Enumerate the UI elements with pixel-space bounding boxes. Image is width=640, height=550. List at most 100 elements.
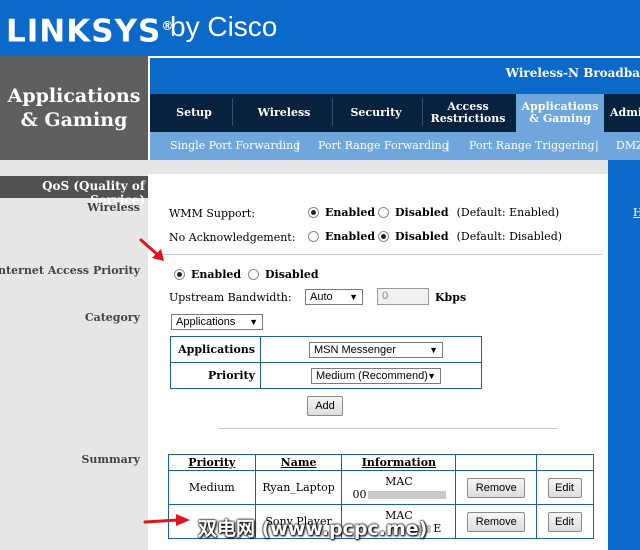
row-info-value: E <box>433 521 442 535</box>
header-information: Information <box>341 454 457 471</box>
wmm-enabled-option[interactable]: Enabled <box>308 206 375 219</box>
noack-disabled-radio[interactable] <box>378 231 389 242</box>
left-label-column <box>0 160 148 550</box>
tab-separator <box>232 98 233 126</box>
tab-separator <box>422 98 423 126</box>
edit-button[interactable]: Edit <box>547 512 582 532</box>
upstream-mode-value: Auto <box>310 291 333 303</box>
tab-setup[interactable]: Setup <box>160 94 228 132</box>
row-remove-cell: Remove <box>455 504 537 539</box>
remove-button[interactable]: Remove <box>467 512 526 532</box>
subtab-separator: | <box>446 139 450 152</box>
by-cisco-text: by Cisco <box>170 11 278 42</box>
upstream-bandwidth-input[interactable]: 0 <box>377 288 429 305</box>
watermark: 双电网 (www.pcpc.me) <box>198 518 428 540</box>
row-name: Ryan_Laptop <box>254 470 343 505</box>
red-arrow-annotation <box>139 238 164 261</box>
content-top-strip <box>148 160 608 174</box>
upstream-mode-select[interactable]: Auto ▼ <box>305 289 363 305</box>
noack-enabled-option[interactable]: Enabled <box>308 230 375 243</box>
priority-cell: Medium (Recommend) ▼ <box>260 362 482 389</box>
wmm-support-label: WMM Support: <box>169 207 256 220</box>
table-row: Applications MSN Messenger ▼ <box>170 336 482 363</box>
priority-label: Priority <box>170 362 261 389</box>
header-name: Name <box>254 454 343 471</box>
header-priority: Priority <box>168 454 256 471</box>
iap-enabled-radio[interactable] <box>174 269 185 280</box>
row-info: MAC 00 <box>341 470 457 505</box>
iap-enabled-text: Enabled <box>191 268 242 281</box>
chevron-down-icon: ▼ <box>349 292 358 302</box>
noack-disabled-option[interactable]: Disabled (Default: Disabled) <box>378 230 562 243</box>
row-remove-cell: Remove <box>455 470 537 505</box>
red-arrow-annotation <box>143 514 190 526</box>
subtab-dmz[interactable]: DMZ <box>616 139 640 152</box>
row-priority: Medium <box>168 470 256 505</box>
category-value: Applications <box>176 316 236 328</box>
wmm-enabled-text: Enabled <box>325 206 376 219</box>
redacted-mac <box>368 490 447 499</box>
noack-disabled-text: Disabled <box>395 230 449 243</box>
linksys-logo: LINKSYS® <box>6 6 174 51</box>
row-edit-cell: Edit <box>535 470 594 505</box>
header-blank <box>535 454 594 471</box>
chevron-down-icon: ▼ <box>429 345 438 355</box>
table-header-row: Priority Name Information <box>168 454 594 471</box>
row-info-value: 00 <box>352 487 367 501</box>
iap-enabled-option[interactable]: Enabled <box>174 268 241 281</box>
row-info-title: MAC <box>385 474 413 488</box>
tab-separator <box>332 98 333 126</box>
iap-disabled-option[interactable]: Disabled <box>248 268 319 281</box>
help-link[interactable]: H <box>633 206 640 219</box>
section-title: Applications & Gaming <box>7 85 141 131</box>
no-ack-label: No Acknowledgement: <box>169 231 296 244</box>
section-divider <box>218 428 558 429</box>
tab-applications-gaming[interactable]: Applications & Gaming <box>516 94 604 132</box>
iap-disabled-text: Disabled <box>265 268 319 281</box>
chevron-down-icon: ▼ <box>427 371 436 381</box>
noack-enabled-radio[interactable] <box>308 231 319 242</box>
label-summary: Summary <box>81 453 140 466</box>
wmm-disabled-radio[interactable] <box>378 207 389 218</box>
tab-administration[interactable]: Admi <box>610 94 640 132</box>
tab-wireless[interactable]: Wireless <box>240 94 328 132</box>
category-table: Applications MSN Messenger ▼ Priority Med… <box>170 336 482 389</box>
product-name: Wireless-N Broadba <box>505 66 640 80</box>
wmm-enabled-radio[interactable] <box>308 207 319 218</box>
upstream-bandwidth-label: Upstream Bandwidth: <box>169 291 292 304</box>
application-select[interactable]: MSN Messenger ▼ <box>309 342 443 358</box>
table-row: Priority Medium (Recommend) ▼ <box>170 362 482 389</box>
add-button[interactable]: Add <box>307 396 343 416</box>
label-wireless: Wireless <box>87 201 140 214</box>
kbps-unit: Kbps <box>435 291 467 304</box>
subtab-separator: | <box>296 139 300 152</box>
remove-button[interactable]: Remove <box>467 478 526 498</box>
priority-select[interactable]: Medium (Recommend) ▼ <box>311 368 441 384</box>
applications-cell: MSN Messenger ▼ <box>260 336 482 363</box>
row-info-line: 00 <box>342 488 455 501</box>
label-internet-access-priority: Internet Access Priority <box>0 264 140 277</box>
subtab-single-port-forwarding[interactable]: Single Port Forwarding <box>170 139 300 152</box>
noack-enabled-text: Enabled <box>325 230 376 243</box>
subtab-port-range-forwarding[interactable]: Port Range Forwarding <box>318 139 449 152</box>
application-value: MSN Messenger <box>314 344 396 356</box>
header-blank <box>455 454 537 471</box>
table-row: Medium Ryan_Laptop MAC 00 Remove Edit <box>168 470 594 505</box>
iap-disabled-radio[interactable] <box>248 269 259 280</box>
logo-text: LINKSYS <box>6 13 162 50</box>
edit-button[interactable]: Edit <box>547 478 582 498</box>
row-edit-cell: Edit <box>535 504 594 539</box>
category-select[interactable]: Applications ▼ <box>171 314 263 330</box>
subtab-port-range-triggering[interactable]: Port Range Triggering <box>469 139 595 152</box>
priority-value: Medium (Recommend) <box>316 370 428 382</box>
wmm-default-hint: (Default: Enabled) <box>456 206 560 219</box>
noack-default-hint: (Default: Disabled) <box>456 230 563 243</box>
wmm-disabled-text: Disabled <box>395 206 449 219</box>
tab-security[interactable]: Security <box>336 94 416 132</box>
subtab-separator: | <box>595 139 599 152</box>
label-category: Category <box>84 311 140 324</box>
applications-label: Applications <box>170 336 261 363</box>
tab-access-restrictions[interactable]: Access Restrictions <box>428 94 508 132</box>
section-divider <box>160 254 602 255</box>
wmm-disabled-option[interactable]: Disabled (Default: Enabled) <box>378 206 559 219</box>
